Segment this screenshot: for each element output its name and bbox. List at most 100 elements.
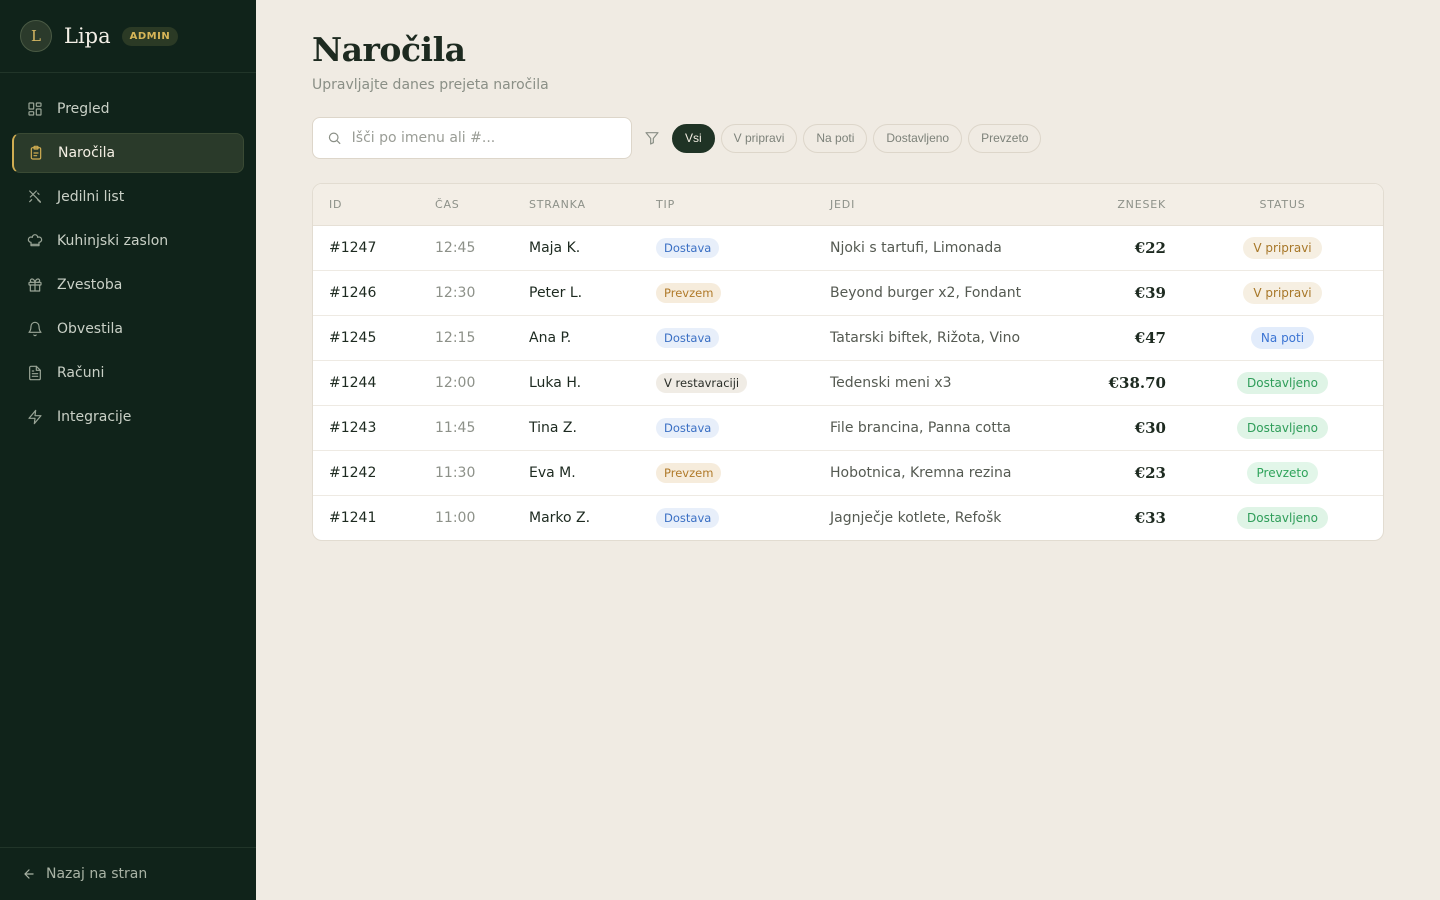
orders-table: ID ČAS STRANKA TIP JEDI ZNESEK STATUS #1… xyxy=(313,184,1383,540)
table-row[interactable]: #1242 11:30 Eva M. Prevzem Hobotnica, Kremna… xyxy=(313,450,1383,495)
search-icon xyxy=(328,132,341,145)
order-id: #1246 xyxy=(329,284,377,301)
sidebar-item-label: Zvestoba xyxy=(57,277,123,293)
status-badge[interactable]: V pripravi xyxy=(1243,236,1322,259)
sidebar-item-label: Pregled xyxy=(57,101,110,117)
table-row[interactable]: #1245 12:15 Ana P. Dostava Tatarski biftek, … xyxy=(313,315,1383,360)
gift-icon xyxy=(27,277,43,293)
order-time: 11:30 xyxy=(435,464,476,481)
order-customer: Peter L. xyxy=(529,284,583,301)
sidebar-item-5[interactable]: Obvestila xyxy=(12,309,244,349)
order-amount: €23 xyxy=(1134,463,1166,482)
sidebar-item-label: Jedilni list xyxy=(57,189,125,205)
filter-chip-2[interactable]: Na poti xyxy=(803,123,868,153)
header-status: STATUS xyxy=(1182,184,1383,226)
lightning-icon xyxy=(27,409,43,425)
orders-table-body: #1247 12:45 Maja K. Dostava Njoki s tartufi,… xyxy=(313,225,1383,540)
table-row[interactable]: #1246 12:30 Peter L. Prevzem Beyond burger x… xyxy=(313,270,1383,315)
table-row[interactable]: #1247 12:45 Maja K. Dostava Njoki s tartufi,… xyxy=(313,225,1383,270)
order-status-cell: Dostavljeno xyxy=(1182,360,1383,405)
back-to-site-link[interactable]: Nazaj na stran xyxy=(0,847,256,900)
order-status-cell: Dostavljeno xyxy=(1182,495,1383,540)
table-row[interactable]: #1244 12:00 Luka H. V restavraciji Tedenski … xyxy=(313,360,1383,405)
order-customer: Luka H. xyxy=(529,374,582,391)
order-id: #1247 xyxy=(329,239,377,256)
order-amount: €39 xyxy=(1134,283,1166,302)
order-amount: €30 xyxy=(1134,418,1166,437)
filter-chip-4[interactable]: Prevzeto xyxy=(968,123,1042,153)
sidebar-nav: Pregled Naročila Jedilni list Kuhinjski zas… xyxy=(0,73,256,453)
header-customer: STRANKA xyxy=(513,184,640,226)
status-filter-chips: Vsi V pripravi Na poti Dostavljeno Prevzeto xyxy=(666,123,1042,153)
page-title: Naročila xyxy=(312,30,466,69)
filter-chip-1[interactable]: V pripravi xyxy=(720,123,798,153)
brand: L Lipa ADMIN xyxy=(0,0,256,73)
arrow-left-icon xyxy=(24,869,34,879)
order-customer: Tina Z. xyxy=(529,419,577,436)
header-type: TIP xyxy=(640,184,814,226)
orders-table-card: ID ČAS STRANKA TIP JEDI ZNESEK STATUS #1… xyxy=(312,183,1384,541)
order-type-badge: Dostava xyxy=(656,327,720,348)
status-badge[interactable]: Na poti xyxy=(1250,326,1315,349)
status-badge[interactable]: Prevzeto xyxy=(1246,461,1319,484)
status-badge[interactable]: Dostavljeno xyxy=(1237,371,1328,394)
main-content: Naročila Upravljajte danes prejeta naroč… xyxy=(256,0,1440,900)
sidebar-item-label: Integracije xyxy=(57,409,132,425)
app-root: L Lipa ADMIN Pregled Naročila Jedilni list… xyxy=(0,0,1440,900)
page-subtitle: Upravljajte danes prejeta naročila xyxy=(312,77,549,93)
sidebar-item-label: Obvestila xyxy=(57,321,123,337)
bell-icon xyxy=(27,321,43,337)
order-items: Tedenski meni x3 xyxy=(830,374,952,391)
header-time: ČAS xyxy=(419,184,513,226)
order-items: Hobotnica, Kremna rezina xyxy=(830,464,1012,481)
table-row[interactable]: #1243 11:45 Tina Z. Dostava File brancina, P… xyxy=(313,405,1383,450)
sidebar-item-7[interactable]: Integracije xyxy=(12,397,244,437)
order-type-badge: Dostava xyxy=(656,237,720,258)
order-customer: Eva M. xyxy=(529,464,576,481)
header-amount: ZNESEK xyxy=(1082,184,1182,226)
sidebar-item-4[interactable]: Zvestoba xyxy=(12,265,244,305)
status-badge[interactable]: Dostavljeno xyxy=(1237,416,1328,439)
status-badge[interactable]: V pripravi xyxy=(1243,281,1322,304)
order-type-cell: Prevzem xyxy=(640,270,814,315)
order-customer: Marko Z. xyxy=(529,509,591,526)
order-amount: €38.70 xyxy=(1108,373,1166,392)
receipt-icon xyxy=(27,365,43,381)
order-status-cell: Dostavljeno xyxy=(1182,405,1383,450)
back-to-site-label: Nazaj na stran xyxy=(46,866,148,882)
brand-name: Lipa xyxy=(64,24,111,48)
grid-icon xyxy=(27,101,43,117)
order-amount: €47 xyxy=(1134,328,1166,347)
order-type-badge: Prevzem xyxy=(656,282,722,303)
order-time: 12:30 xyxy=(435,284,476,301)
order-type-cell: Dostava xyxy=(640,405,814,450)
logo: L xyxy=(20,20,52,52)
utensils-icon xyxy=(27,189,43,205)
sidebar: L Lipa ADMIN Pregled Naročila Jedilni list… xyxy=(0,0,256,900)
filter-chip-0[interactable]: Vsi xyxy=(672,123,715,153)
order-id: #1242 xyxy=(329,464,377,481)
order-status-cell: Na poti xyxy=(1182,315,1383,360)
sidebar-item-6[interactable]: Računi xyxy=(12,353,244,393)
sidebar-item-0[interactable]: Pregled xyxy=(12,89,244,129)
sidebar-item-label: Kuhinjski zaslon xyxy=(57,233,169,249)
chef-hat-icon xyxy=(27,233,43,249)
filter-chip-3[interactable]: Dostavljeno xyxy=(873,123,963,153)
order-type-cell: Dostava xyxy=(640,495,814,540)
status-badge[interactable]: Dostavljeno xyxy=(1237,506,1328,529)
header-id: ID xyxy=(313,184,419,226)
order-type-cell: Prevzem xyxy=(640,450,814,495)
sidebar-item-3[interactable]: Kuhinjski zaslon xyxy=(12,221,244,261)
order-items: File brancina, Panna cotta xyxy=(830,419,1011,436)
order-id: #1245 xyxy=(329,329,377,346)
order-customer: Maja K. xyxy=(529,239,581,256)
order-amount: €33 xyxy=(1134,508,1166,527)
sidebar-item-1[interactable]: Naročila xyxy=(12,133,244,173)
header-items: JEDI xyxy=(814,184,1082,226)
order-amount: €22 xyxy=(1134,238,1166,257)
order-items: Beyond burger x2, Fondant xyxy=(830,284,1022,301)
order-type-cell: Dostava xyxy=(640,225,814,270)
search-input[interactable] xyxy=(351,130,617,146)
table-row[interactable]: #1241 11:00 Marko Z. Dostava Jagnječje kotle… xyxy=(313,495,1383,540)
sidebar-item-2[interactable]: Jedilni list xyxy=(12,177,244,217)
